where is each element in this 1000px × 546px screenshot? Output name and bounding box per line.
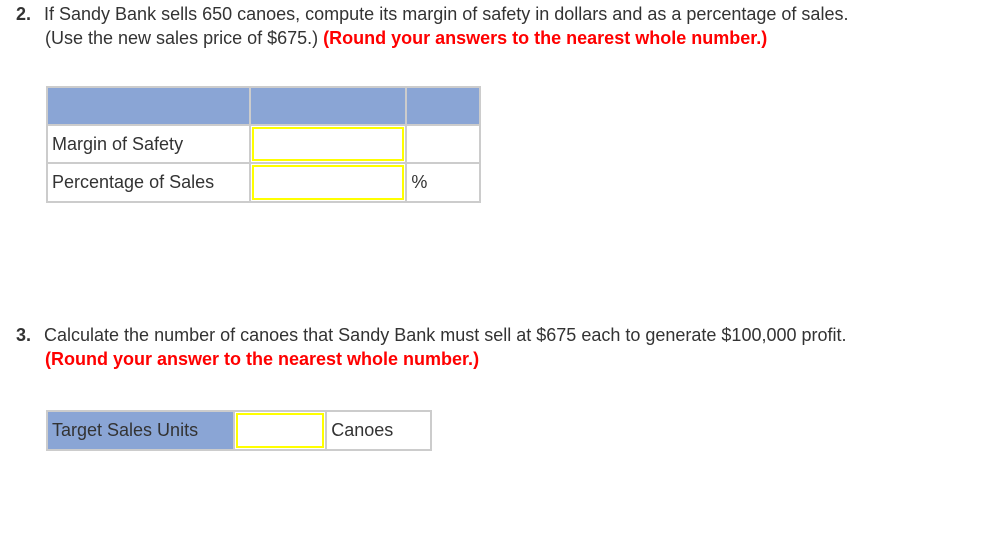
row-unit bbox=[405, 124, 481, 164]
percentage-of-sales-cell bbox=[249, 162, 408, 203]
row-label-margin-of-safety: Margin of Safety bbox=[45, 124, 252, 164]
table-row: Target Sales Units Canoes bbox=[46, 410, 432, 451]
margin-of-safety-table: Margin of Safety Percentage of Sales % bbox=[45, 86, 481, 203]
canoes-unit: Canoes bbox=[325, 410, 432, 451]
table-header-row bbox=[45, 86, 481, 126]
question-3-rounding-instruction: (Round your answer to the nearest whole … bbox=[45, 349, 480, 369]
question-2-number: 2. bbox=[16, 4, 32, 24]
margin-of-safety-input[interactable] bbox=[252, 127, 405, 161]
question-2: 2. If Sandy Bank sells 650 canoes, comput… bbox=[16, 2, 848, 50]
target-sales-units-input[interactable] bbox=[235, 413, 325, 448]
target-sales-units-label: Target Sales Units bbox=[46, 410, 235, 451]
header-cell bbox=[45, 86, 252, 126]
question-3-prompt: Calculate the number of canoes that Sand… bbox=[44, 325, 847, 345]
question-2-note: (Use the new sales price of $675.) bbox=[45, 28, 324, 48]
row-label-percentage-of-sales: Percentage of Sales bbox=[45, 162, 252, 203]
percent-unit: % bbox=[405, 162, 481, 203]
header-cell bbox=[405, 86, 481, 126]
table-row: Margin of Safety bbox=[45, 124, 481, 164]
table-row: Percentage of Sales % bbox=[45, 162, 481, 203]
header-cell bbox=[249, 86, 408, 126]
percentage-of-sales-input[interactable] bbox=[252, 165, 405, 200]
target-sales-table: Target Sales Units Canoes bbox=[46, 410, 432, 451]
target-sales-units-cell bbox=[232, 410, 328, 451]
question-3-number: 3. bbox=[16, 325, 32, 345]
question-2-prompt: If Sandy Bank sells 650 canoes, compute … bbox=[44, 4, 849, 24]
margin-of-safety-cell bbox=[249, 124, 408, 164]
question-2-rounding-instruction: (Round your answers to the nearest whole… bbox=[323, 28, 768, 48]
question-3: 3. Calculate the number of canoes that Sa… bbox=[16, 323, 847, 371]
